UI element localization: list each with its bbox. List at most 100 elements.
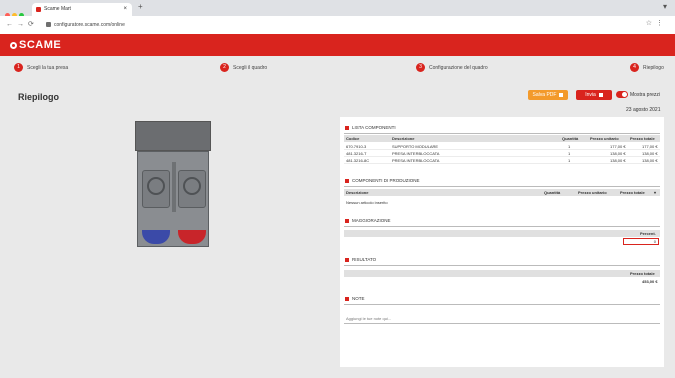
sort-chevron-icon[interactable]: ▾ (654, 189, 656, 196)
cell-unit-price: 177,00 € (610, 144, 626, 149)
url-text: configuratore.scame.com/online (54, 22, 125, 28)
cell-description: PRESA INTERBLOCCATA (392, 151, 440, 156)
red-plug-cap (178, 230, 206, 244)
column-header: Codice (346, 136, 360, 141)
empty-message: Nessun articolo inserito (346, 200, 388, 205)
toggle-label: Mostra prezzi (630, 92, 661, 98)
column-header: Descrizione (346, 190, 369, 195)
scame-logo[interactable]: SCAME (10, 39, 61, 51)
table-row: 481.3216-T PRESA INTERBLOCCATA 1 138,00 … (344, 150, 660, 157)
cell-total-price: 177,00 € (642, 144, 658, 149)
summary-panel: LISTA COMPONENTI Codice Descrizione Quan… (340, 117, 664, 367)
tab-close-icon[interactable]: × (123, 3, 127, 16)
step-2[interactable]: 2 Scegli il quadro (220, 63, 267, 73)
divider (344, 226, 660, 227)
notes-section-title: NOTE (345, 296, 365, 301)
notes-title: NOTE (352, 296, 365, 301)
discount-title: MAGGIORAZIONE (352, 218, 391, 223)
tab-title: Scame Mart (44, 6, 71, 12)
blue-plug-cap (142, 230, 170, 244)
socket-face-icon (147, 177, 165, 195)
notes-textarea[interactable]: Aggiungi le tue note qui... (344, 314, 660, 324)
column-header: Prezzo totale (630, 271, 655, 276)
column-header: Prezzo unitario (578, 190, 607, 195)
table-row: 670.7910-3 SUPPORTO MODULARE 1 177,00 € … (344, 143, 660, 150)
discount-table-header: Percent. (344, 230, 660, 237)
browser-tab[interactable]: Scame Mart × (32, 3, 132, 16)
send-icon (598, 92, 603, 97)
send-button[interactable]: Invia (576, 90, 612, 100)
step-1[interactable]: 1 Scegli la tua presa (14, 63, 68, 73)
step-label: Scegli la tua presa (27, 64, 69, 71)
column-header: Prezzo totale (620, 190, 645, 195)
browser-chrome: Scame Mart × + ▾ ←→⟳ configuratore.scame… (0, 0, 675, 34)
section-bullet-icon (345, 218, 349, 223)
enclosure-body (137, 151, 209, 247)
section-bullet-icon (345, 296, 349, 301)
components-section-title: LISTA COMPONENTI (345, 125, 396, 130)
column-header: Descrizione (392, 136, 415, 141)
divider (344, 304, 660, 305)
brand-header: SCAME (0, 34, 675, 56)
cell-quantity: 1 (568, 158, 571, 163)
cell-total-price: 138,00 € (642, 151, 658, 156)
table-row: 481.3216-8C PRESA INTERBLOCCATA 1 138,00… (344, 157, 660, 164)
result-section-title: RISULTATO (345, 257, 376, 262)
new-tab-button[interactable]: + (138, 2, 143, 11)
send-label: Invia (585, 92, 596, 98)
logo-text: SCAME (19, 39, 62, 51)
divider (344, 265, 660, 266)
discount-section-title: MAGGIORAZIONE (345, 218, 391, 223)
column-header: Prezzo totale (630, 136, 655, 141)
step-number: 1 (14, 63, 23, 72)
address-bar-row: ←→⟳ configuratore.scame.com/online ☆⋮ (0, 16, 675, 34)
step-number: 2 (220, 63, 229, 72)
browser-menu-icons[interactable]: ☆⋮ (646, 19, 667, 27)
column-header: Percent. (640, 231, 656, 236)
step-number: 4 (630, 63, 639, 72)
cell-quantity: 1 (568, 144, 571, 149)
cell-description: SUPPORTO MODULARE (392, 144, 439, 149)
cell-code: 481.3216-T (346, 151, 367, 156)
socket-face-icon (183, 177, 201, 195)
cell-code: 481.3216-8C (346, 158, 370, 163)
production-section-title: COMPONENTI DI PRODUZIONE (345, 178, 420, 183)
components-table-header: Codice Descrizione Quantità Prezzo unita… (344, 135, 660, 142)
step-label: Scegli il quadro (233, 64, 268, 71)
download-icon (559, 92, 564, 97)
save-pdf-label: Salva PDF (532, 92, 557, 98)
components-title: LISTA COMPONENTI (352, 125, 396, 130)
result-table-header: Prezzo totale (344, 270, 660, 277)
step-label: Configurazione del quadro (429, 64, 488, 71)
url-field[interactable]: configuratore.scame.com/online (46, 20, 346, 30)
logo-mark-icon (10, 42, 17, 49)
step-number: 3 (416, 63, 425, 72)
column-header: Quantità (562, 136, 579, 141)
total-price-value: 453,00 € (642, 279, 658, 284)
interlock-switch (172, 162, 176, 212)
summary-date: 23 agosto 2021 (626, 107, 661, 113)
production-title: COMPONENTI DI PRODUZIONE (352, 178, 420, 183)
save-pdf-button[interactable]: Salva PDF (528, 90, 568, 100)
tab-menu-icon[interactable]: ▾ (663, 2, 667, 11)
percentage-input[interactable]: 0 (623, 238, 659, 245)
wizard-steps: 1 Scegli la tua presa 2 Scegli il quadro 3… (0, 56, 675, 80)
cell-unit-price: 138,00 € (610, 151, 626, 156)
tab-bar: Scame Mart × + ▾ (0, 0, 675, 18)
socket-left (142, 170, 170, 208)
column-header: Quantità (544, 190, 561, 195)
page-title: Riepilogo (18, 92, 59, 102)
section-bullet-icon (345, 257, 349, 262)
lock-icon (46, 22, 51, 28)
result-row: 453,00 € (344, 278, 660, 284)
step-3[interactable]: 3 Configurazione del quadro (416, 63, 488, 73)
step-4[interactable]: 4 Riepilogo (630, 63, 664, 73)
cell-code: 670.7910-3 (346, 144, 367, 149)
favicon-icon (36, 7, 41, 12)
cell-unit-price: 138,00 € (610, 158, 626, 163)
show-prices-toggle[interactable] (616, 91, 628, 98)
section-bullet-icon (345, 178, 349, 183)
column-header: Prezzo unitario (590, 136, 619, 141)
navigation-icons[interactable]: ←→⟳ (6, 20, 38, 28)
result-title: RISULTATO (352, 257, 377, 262)
